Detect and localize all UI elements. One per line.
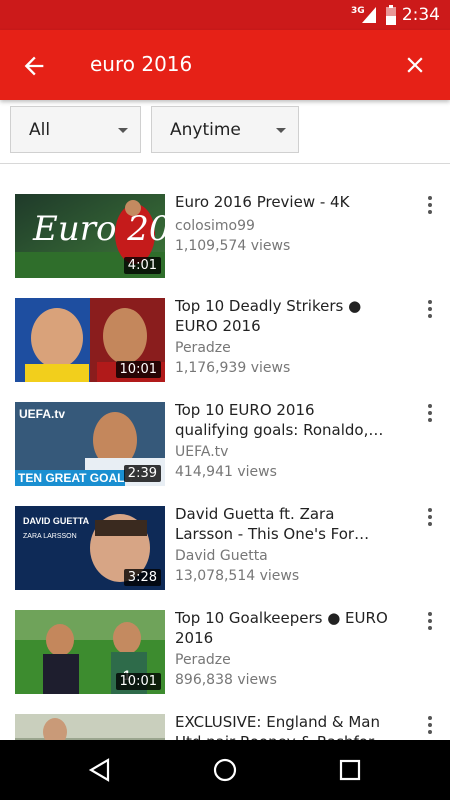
close-icon[interactable] xyxy=(402,52,428,78)
more-options-icon[interactable] xyxy=(420,402,440,426)
video-title: Euro 2016 Preview - 4K xyxy=(175,193,350,211)
nav-back-icon[interactable] xyxy=(88,758,112,782)
thumbnail-caption: DAVID GUETTA xyxy=(23,516,90,526)
thumbnail-image xyxy=(15,714,165,740)
nav-recents-icon[interactable] xyxy=(338,758,362,782)
video-thumbnail[interactable]: DAVID GUETTA ZARA LARSSON 3:28 xyxy=(15,506,165,590)
thumbnail-caption: ZARA LARSSON xyxy=(23,533,77,540)
more-options-icon[interactable] xyxy=(420,610,440,634)
signal-icon xyxy=(362,7,376,23)
thumbnail-caption: Euro 2016 xyxy=(32,209,165,249)
more-options-icon[interactable] xyxy=(420,714,440,738)
clock: 2:34 xyxy=(401,5,440,25)
view-count: 13,078,514 views xyxy=(175,568,300,584)
thumbnail-caption: UEFA.tv xyxy=(19,407,65,421)
video-duration: 3:28 xyxy=(123,569,161,586)
video-title: Top 10 EURO 2016 qualifying goals: Ronal… xyxy=(175,401,384,439)
video-duration: 10:01 xyxy=(115,361,161,378)
video-result[interactable]: 10:01 Top 10 Deadly Strikers ● EURO 2016… xyxy=(0,297,450,402)
system-nav-bar xyxy=(0,740,450,800)
channel-name: David Guetta xyxy=(175,548,268,564)
channel-name: colosimo99 xyxy=(175,218,255,234)
video-title: David Guetta ft. Zara Larsson - This One… xyxy=(175,505,370,543)
video-thumbnail[interactable]: UEFA.tv TEN GREAT GOALS 2:39 xyxy=(15,402,165,486)
video-result[interactable]: Euro 2016 4:01 Euro 2016 Preview - 4K co… xyxy=(0,193,450,298)
time-filter-label: Anytime xyxy=(170,120,241,140)
video-title: Top 10 Deadly Strikers ● EURO 2016 xyxy=(175,297,362,335)
video-thumbnail[interactable]: 1 10:01 xyxy=(15,610,165,694)
nav-home-icon[interactable] xyxy=(212,757,238,783)
video-title: EXCLUSIVE: England & Man Utd pair Rooney… xyxy=(175,713,389,740)
channel-name: UEFA.tv xyxy=(175,444,229,460)
video-result[interactable]: UEFA.tv TEN GREAT GOALS 2:39 Top 10 EURO… xyxy=(0,401,450,506)
time-filter-dropdown[interactable]: Anytime xyxy=(151,106,299,153)
type-filter-label: All xyxy=(29,120,51,140)
filter-bar: All Anytime xyxy=(0,100,450,164)
video-title: Top 10 Goalkeepers ● EURO 2016 xyxy=(175,609,388,647)
channel-name: Peradze xyxy=(175,340,231,356)
search-app-bar: euro 2016 xyxy=(0,30,450,100)
view-count: 896,838 views xyxy=(175,672,277,688)
more-options-icon[interactable] xyxy=(420,506,440,530)
thumbnail-caption: TEN GREAT GOALS xyxy=(18,471,132,485)
battery-icon xyxy=(386,5,396,25)
video-duration: 2:39 xyxy=(123,465,161,482)
video-duration: 4:01 xyxy=(123,257,161,274)
view-count: 1,176,939 views xyxy=(175,360,291,376)
dropdown-caret-icon xyxy=(276,128,286,133)
more-options-icon[interactable] xyxy=(420,194,440,218)
video-duration: 10:01 xyxy=(115,673,161,690)
video-result[interactable]: 1 10:01 Top 10 Goalkeepers ● EURO 2016 P… xyxy=(0,609,450,714)
video-result[interactable]: DAVID GUETTA ZARA LARSSON 3:28 David Gue… xyxy=(0,505,450,610)
view-count: 414,941 views xyxy=(175,464,277,480)
view-count: 1,109,574 views xyxy=(175,238,291,254)
video-result[interactable]: EXCLUSIVE: England & Man Utd pair Rooney… xyxy=(0,713,450,740)
status-bar: 3G 2:34 xyxy=(0,0,450,30)
video-thumbnail[interactable]: Euro 2016 4:01 xyxy=(15,194,165,278)
results-list: Euro 2016 4:01 Euro 2016 Preview - 4K co… xyxy=(0,164,450,740)
video-thumbnail[interactable] xyxy=(15,714,165,740)
channel-name: Peradze xyxy=(175,652,231,668)
more-options-icon[interactable] xyxy=(420,298,440,322)
search-query-text[interactable]: euro 2016 xyxy=(90,52,192,76)
type-filter-dropdown[interactable]: All xyxy=(10,106,141,153)
back-arrow-icon[interactable] xyxy=(20,52,48,80)
dropdown-caret-icon xyxy=(118,128,128,133)
video-thumbnail[interactable]: 10:01 xyxy=(15,298,165,382)
